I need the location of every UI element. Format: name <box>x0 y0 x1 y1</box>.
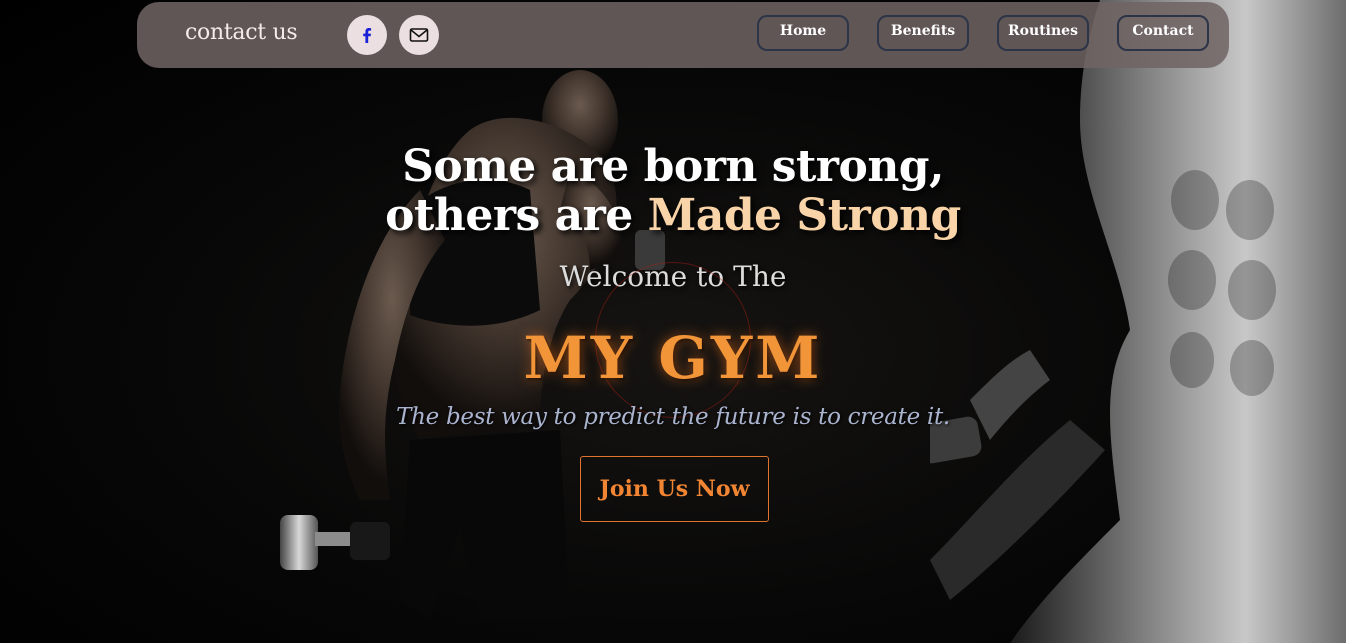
facebook-icon <box>363 28 372 43</box>
mail-button[interactable] <box>399 15 439 55</box>
top-navbar: contact us Home Benefits Routines Contac… <box>137 2 1229 68</box>
nav-benefits-button[interactable]: Benefits <box>877 15 969 51</box>
mail-icon <box>409 28 429 42</box>
headline-line-1: Some are born strong, <box>402 141 944 192</box>
nav-home-button[interactable]: Home <box>757 15 849 51</box>
hero-section: contact us Home Benefits Routines Contac… <box>0 0 1346 643</box>
hero-headline: Some are born strong, others are Made St… <box>0 142 1346 240</box>
headline-line-2-accent: Made Strong <box>647 190 962 241</box>
contact-us-link[interactable]: contact us <box>185 20 298 45</box>
facebook-button[interactable] <box>347 15 387 55</box>
nav-routines-button[interactable]: Routines <box>997 15 1089 51</box>
headline-line-2-prefix: others are <box>385 190 633 241</box>
man-torso-image <box>930 0 1346 643</box>
join-us-now-button[interactable]: Join Us Now <box>580 456 769 522</box>
nav-contact-button[interactable]: Contact <box>1117 15 1209 51</box>
gym-title: MY GYM <box>523 324 823 392</box>
hero-quote: The best way to predict the future is to… <box>396 404 950 430</box>
